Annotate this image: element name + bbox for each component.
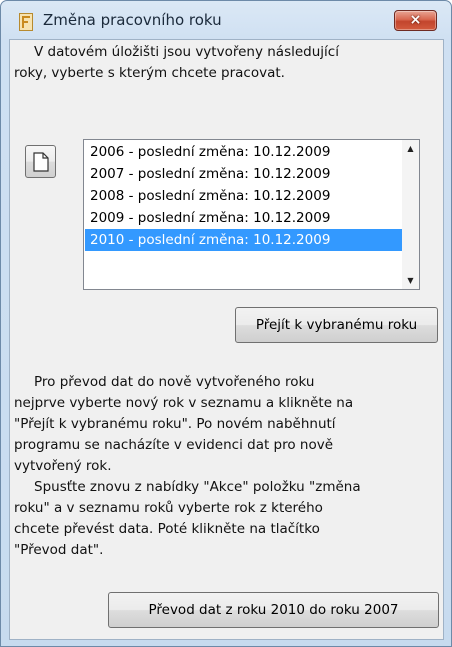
help-paragraph-2: Spusťte znovu z nabídky "Akce" položku "… — [14, 477, 436, 561]
help-line: nejprve vyberte nový rok v seznamu a kli… — [14, 395, 354, 411]
scroll-down-icon[interactable]: ▼ — [402, 272, 419, 289]
list-scrollbar[interactable]: ▲ ▼ — [402, 140, 419, 289]
new-year-button[interactable] — [25, 145, 56, 178]
years-list: 2006 - poslední změna: 10.12.2009 2007 -… — [85, 141, 403, 251]
scroll-up-icon[interactable]: ▲ — [402, 140, 419, 157]
help-line: roku" a v seznamu roků vyberte rok z kte… — [14, 500, 323, 516]
help-line: Spusťte znovu z nabídky "Akce" položku "… — [34, 479, 361, 495]
title-bar[interactable]: Změna pracovního roku × — [1, 1, 451, 39]
transfer-data-button[interactable]: Převod dat z roku 2010 do roku 2007 — [108, 592, 439, 628]
close-button[interactable]: × — [394, 10, 437, 31]
help-paragraph-1: Pro převod dat do nově vytvořeného roku … — [14, 372, 436, 477]
list-item-year-selected[interactable]: 2010 - poslední změna: 10.12.2009 — [85, 229, 403, 251]
help-line: vytvořený rok. — [14, 458, 112, 474]
help-line: "Převod dat". — [14, 542, 104, 558]
help-line: Pro převod dat do nově vytvořeného roku — [34, 374, 315, 390]
list-item-year[interactable]: 2008 - poslední změna: 10.12.2009 — [85, 185, 403, 207]
intro-line-1: V datovém úložišti jsou vytvořeny násled… — [34, 44, 339, 60]
help-line: programu se nacházíte v evidenci dat pro… — [14, 437, 334, 453]
list-item-year[interactable]: 2006 - poslední změna: 10.12.2009 — [85, 141, 403, 163]
list-item-year[interactable]: 2009 - poslední změna: 10.12.2009 — [85, 207, 403, 229]
app-icon — [19, 13, 33, 31]
years-listbox[interactable]: 2006 - poslední změna: 10.12.2009 2007 -… — [83, 139, 420, 290]
intro-line-2: roky, vyberte s kterým chcete pracovat. — [14, 65, 285, 81]
intro-text: V datovém úložišti jsou vytvořeny násled… — [14, 42, 434, 84]
window-title: Změna pracovního roku — [43, 11, 222, 29]
list-item-year[interactable]: 2007 - poslední změna: 10.12.2009 — [85, 163, 403, 185]
help-line: chcete převést data. Poté klikněte na tl… — [14, 521, 320, 537]
go-to-selected-year-button[interactable]: Přejít k vybranému roku — [235, 307, 438, 343]
help-line: "Přejít k vybranému roku". Po novém nabě… — [14, 416, 336, 432]
new-document-icon — [33, 152, 49, 172]
dialog-window: Změna pracovního roku × V datovém úložiš… — [0, 0, 452, 647]
close-icon: × — [409, 12, 422, 28]
help-text: Pro převod dat do nově vytvořeného roku … — [14, 372, 436, 561]
